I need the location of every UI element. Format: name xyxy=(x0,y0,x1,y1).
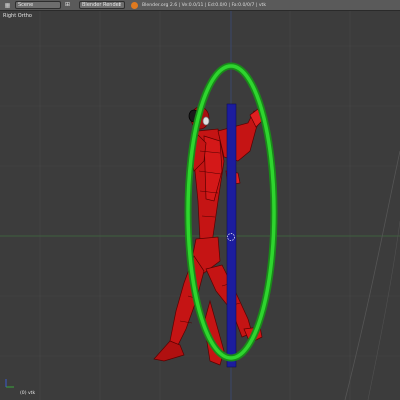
scene-field-label: Scene xyxy=(18,2,34,8)
scene-stats: Blender.org 2.6 | Ve:0.0/11 | Ed:0.0/0 |… xyxy=(142,2,267,8)
axis-gizmo-icon xyxy=(5,379,14,388)
3d-viewport[interactable]: Right Ortho (0) vtk xyxy=(0,11,400,400)
render-engine-label: Blender Render xyxy=(82,2,121,8)
blue-bar-object[interactable] xyxy=(226,103,237,368)
active-object-label: (0) vtk xyxy=(20,391,36,396)
dropdown-arrows-icon: ⇕ xyxy=(117,2,122,8)
background-curve-2 xyxy=(367,220,400,400)
view3d-header: ▦ Scene ⊞ Blender Render ⇕ Blender.org 2… xyxy=(0,0,400,11)
viewport-canvas[interactable] xyxy=(0,11,400,400)
view-orientation-label: Right Ortho xyxy=(3,13,32,19)
blender-logo-icon xyxy=(131,1,138,9)
editor-type-icon[interactable]: ▦ xyxy=(3,1,12,9)
render-engine-select[interactable]: Blender Render ⇕ xyxy=(79,1,125,9)
scene-field[interactable]: Scene ⊞ xyxy=(15,1,70,9)
add-scene-icon[interactable]: ⊞ xyxy=(63,1,72,9)
